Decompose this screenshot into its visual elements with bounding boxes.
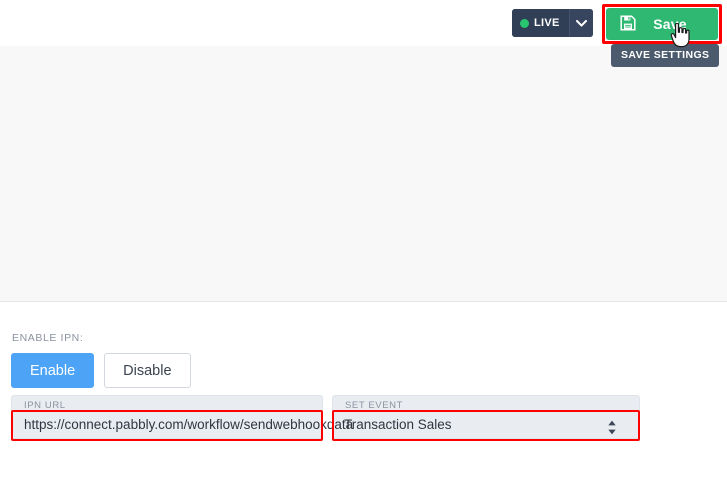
up-down-arrows-icon[interactable] [607, 420, 617, 440]
set-event-value: Transaction Sales [344, 417, 452, 432]
floppy-disk-save-icon [620, 14, 636, 34]
save-button[interactable]: Save [606, 8, 718, 40]
ipn-settings-form: ENABLE IPN: Enable Disable IPN URL https… [0, 303, 727, 500]
enable-button[interactable]: Enable [11, 353, 95, 388]
top-header-bar: LIVE Save SAVE SETTINGS [0, 0, 727, 67]
disable-button[interactable]: Disable [104, 353, 191, 388]
live-mode-button-group[interactable]: LIVE [512, 9, 593, 37]
content-placeholder-panel [0, 46, 727, 302]
save-button-label: Save [653, 16, 687, 32]
ipn-field-row: IPN URL https://connect.pabbly.com/workf… [0, 395, 727, 445]
save-settings-tooltip: SAVE SETTINGS [611, 44, 720, 67]
chevron-down-icon[interactable] [568, 9, 593, 37]
live-mode-button[interactable]: LIVE [512, 9, 569, 37]
enable-ipn-label: ENABLE IPN: [12, 332, 84, 344]
live-mode-label: LIVE [534, 16, 560, 29]
live-status-dot [520, 18, 529, 28]
enable-ipn-toggle-group[interactable]: Enable Disable [11, 353, 191, 388]
ipn-url-value: https://connect.pabbly.com/workflow/send… [24, 417, 354, 432]
